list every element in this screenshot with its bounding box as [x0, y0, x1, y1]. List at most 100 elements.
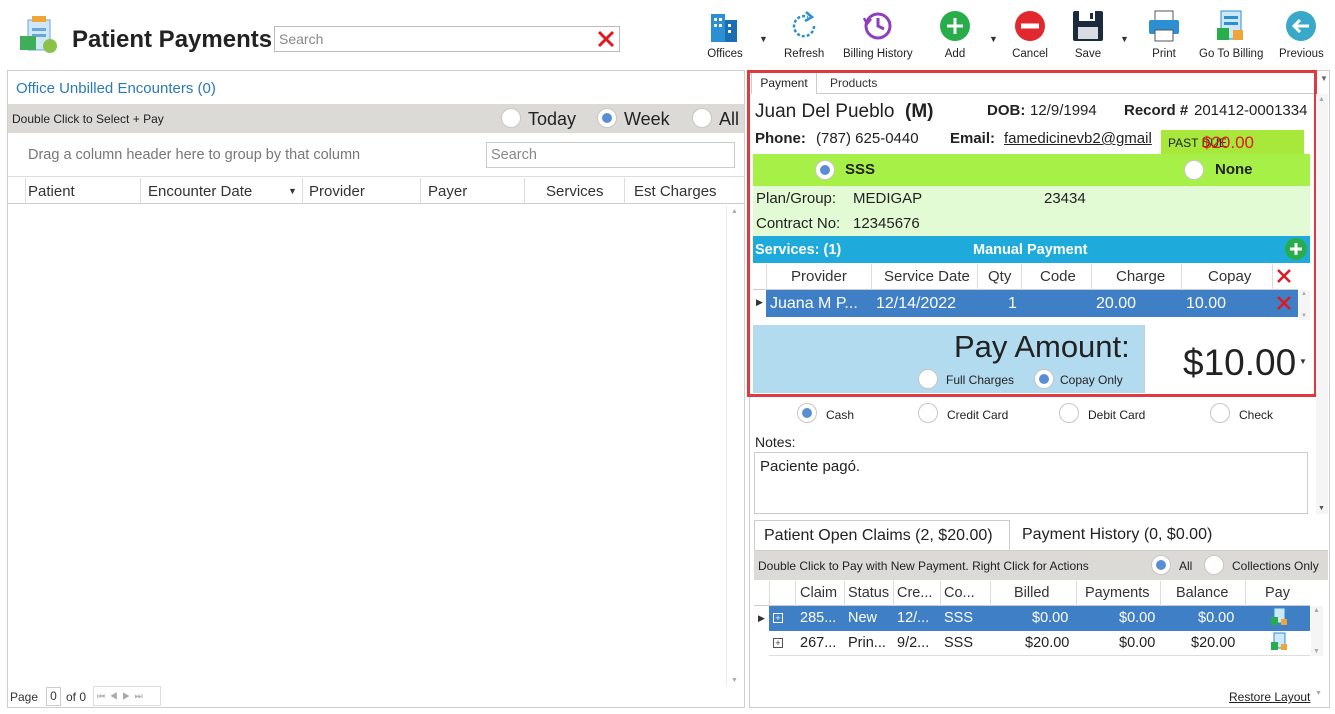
claims-col-divider: [893, 581, 894, 606]
tab-open-claims[interactable]: Patient Open Claims (2, $20.00): [754, 520, 1010, 550]
col-services[interactable]: Services: [546, 183, 604, 200]
search-input[interactable]: [279, 30, 579, 48]
save-dropdown-icon[interactable]: ▼: [1120, 34, 1129, 44]
cancel-icon: [1015, 11, 1045, 41]
col-patient[interactable]: Patient: [28, 183, 75, 200]
pager-page-label: Page: [10, 690, 39, 704]
offices-dropdown-icon[interactable]: ▼: [759, 34, 768, 44]
go-to-billing-button[interactable]: Go To Billing: [1199, 8, 1263, 60]
claims-col-billed[interactable]: Billed: [1014, 585, 1049, 601]
claim-created: 9/2...: [897, 635, 930, 651]
row-indicator-icon: ▶: [758, 613, 765, 623]
offices-label: Offices: [707, 48, 743, 60]
expand-row-icon[interactable]: +: [773, 613, 783, 623]
claims-col-payments[interactable]: Payments: [1085, 585, 1149, 601]
claim-payments: $0.00: [1119, 610, 1156, 626]
col-divider: [302, 178, 303, 204]
col-encounter-date[interactable]: Encounter Date: [148, 183, 252, 200]
unbilled-encounters-title[interactable]: Office Unbilled Encounters (0): [16, 80, 216, 97]
claims-scrollbar[interactable]: ▲ ▼: [1311, 606, 1323, 656]
claim-number: 285...: [800, 610, 837, 626]
claims-col-divider: [795, 581, 796, 606]
offices-icon: [711, 14, 737, 42]
restore-layout-link[interactable]: Restore Layout: [1229, 690, 1310, 704]
claim-row[interactable]: + 267... Prin... 9/2... SSS $20.00 $0.00…: [769, 631, 1310, 656]
group-by-hint: Drag a column header here to group by th…: [28, 147, 361, 163]
expand-row-icon[interactable]: +: [773, 638, 783, 648]
col-payer[interactable]: Payer: [428, 183, 467, 200]
billing-history-label: Billing History: [843, 48, 913, 60]
method-check-radio[interactable]: [1210, 403, 1230, 423]
claims-col-company[interactable]: Co...: [944, 585, 975, 601]
claims-grid-header: Claim Status Cre... Co... Billed Payment…: [754, 580, 1310, 606]
encounters-scrollbar[interactable]: ▲ ▼: [726, 206, 743, 686]
refresh-label: Refresh: [784, 48, 825, 60]
save-button[interactable]: Save: [1070, 8, 1106, 60]
previous-button[interactable]: Previous: [1279, 8, 1324, 60]
col-est-charges[interactable]: Est Charges: [634, 183, 717, 200]
billing-history-button[interactable]: Billing History: [843, 8, 913, 60]
claim-number: 267...: [800, 635, 837, 651]
claim-company: SSS: [944, 635, 974, 651]
add-dropdown-icon[interactable]: ▼: [989, 34, 998, 44]
print-button[interactable]: Print: [1146, 8, 1182, 60]
claims-filter-all-radio[interactable]: [1151, 555, 1171, 575]
search-box: [274, 26, 620, 52]
range-today-radio[interactable]: [501, 108, 521, 128]
range-all-radio[interactable]: [692, 108, 712, 128]
go-to-billing-label: Go To Billing: [1199, 48, 1264, 60]
claim-billed: $0.00: [1032, 610, 1069, 626]
claim-company: SSS: [944, 610, 974, 626]
pager-nav-buttons[interactable]: ⏮ ◀ ▶ ⏭: [93, 686, 161, 706]
notes-label: Notes:: [755, 434, 796, 450]
range-all-label: All: [719, 109, 740, 129]
claims-col-divider: [769, 581, 770, 606]
sort-desc-icon: ▼: [288, 186, 297, 196]
add-button[interactable]: Add: [937, 8, 973, 60]
claims-instruction: Double Click to Pay with New Payment. Ri…: [758, 559, 1089, 573]
clear-search-icon[interactable]: [595, 27, 617, 51]
scroll-down-icon[interactable]: ▼: [1315, 690, 1322, 697]
range-today-label: Today: [528, 109, 577, 129]
pay-claim-icon[interactable]: [1269, 607, 1289, 632]
select-pay-instruction: Double Click to Select + Pay: [12, 112, 164, 126]
claims-filter-bar: Double Click to Pay with New Payment. Ri…: [754, 550, 1328, 580]
claim-row[interactable]: + 285... New 12/... SSS $0.00 $0.00 $0.0…: [769, 606, 1310, 631]
add-icon: [940, 11, 970, 41]
refresh-button[interactable]: Refresh: [784, 8, 824, 60]
method-debit-card-radio[interactable]: [1059, 403, 1079, 423]
range-week-radio[interactable]: [597, 108, 617, 128]
previous-label: Previous: [1279, 48, 1324, 60]
pay-claim-icon[interactable]: [1269, 632, 1289, 657]
claims-col-divider: [940, 581, 941, 606]
method-cash-radio[interactable]: [797, 403, 817, 423]
col-divider: [624, 178, 625, 204]
method-credit-card-radio[interactable]: [918, 403, 938, 423]
pager-of-label: of 0: [66, 690, 87, 704]
claims-col-pay[interactable]: Pay: [1265, 585, 1290, 601]
claim-balance: $0.00: [1198, 610, 1235, 626]
claims-col-claim[interactable]: Claim: [800, 585, 837, 601]
print-label: Print: [1152, 48, 1176, 60]
panel-menu-icon[interactable]: ▼: [1320, 74, 1328, 83]
payment-form-scrollbar[interactable]: ▲ ▼: [1316, 94, 1328, 514]
claims-col-balance[interactable]: Balance: [1176, 585, 1228, 601]
col-divider: [420, 178, 421, 204]
offices-button[interactable]: Offices: [707, 8, 743, 60]
claims-col-status[interactable]: Status: [848, 585, 889, 601]
cancel-button[interactable]: Cancel: [1012, 8, 1048, 60]
claims-filter-collections-radio[interactable]: [1204, 555, 1224, 575]
claims-col-divider: [1160, 581, 1161, 606]
claim-created: 12/...: [897, 610, 930, 626]
col-provider[interactable]: Provider: [309, 183, 365, 200]
tab-payment-history[interactable]: Payment History (0, $0.00): [1022, 526, 1212, 544]
method-cash-label: Cash: [826, 408, 855, 422]
notes-textarea[interactable]: Paciente pagó.: [754, 452, 1308, 514]
page-title: Patient Payments: [72, 26, 273, 53]
pager-page-input[interactable]: 0: [46, 687, 61, 706]
claims-col-created[interactable]: Cre...: [897, 585, 932, 601]
claim-billed: $20.00: [1025, 635, 1070, 651]
patient-payments-app-icon: [18, 16, 60, 58]
highlight-box: [747, 70, 1317, 397]
grid-search-input[interactable]: Search: [486, 142, 735, 168]
